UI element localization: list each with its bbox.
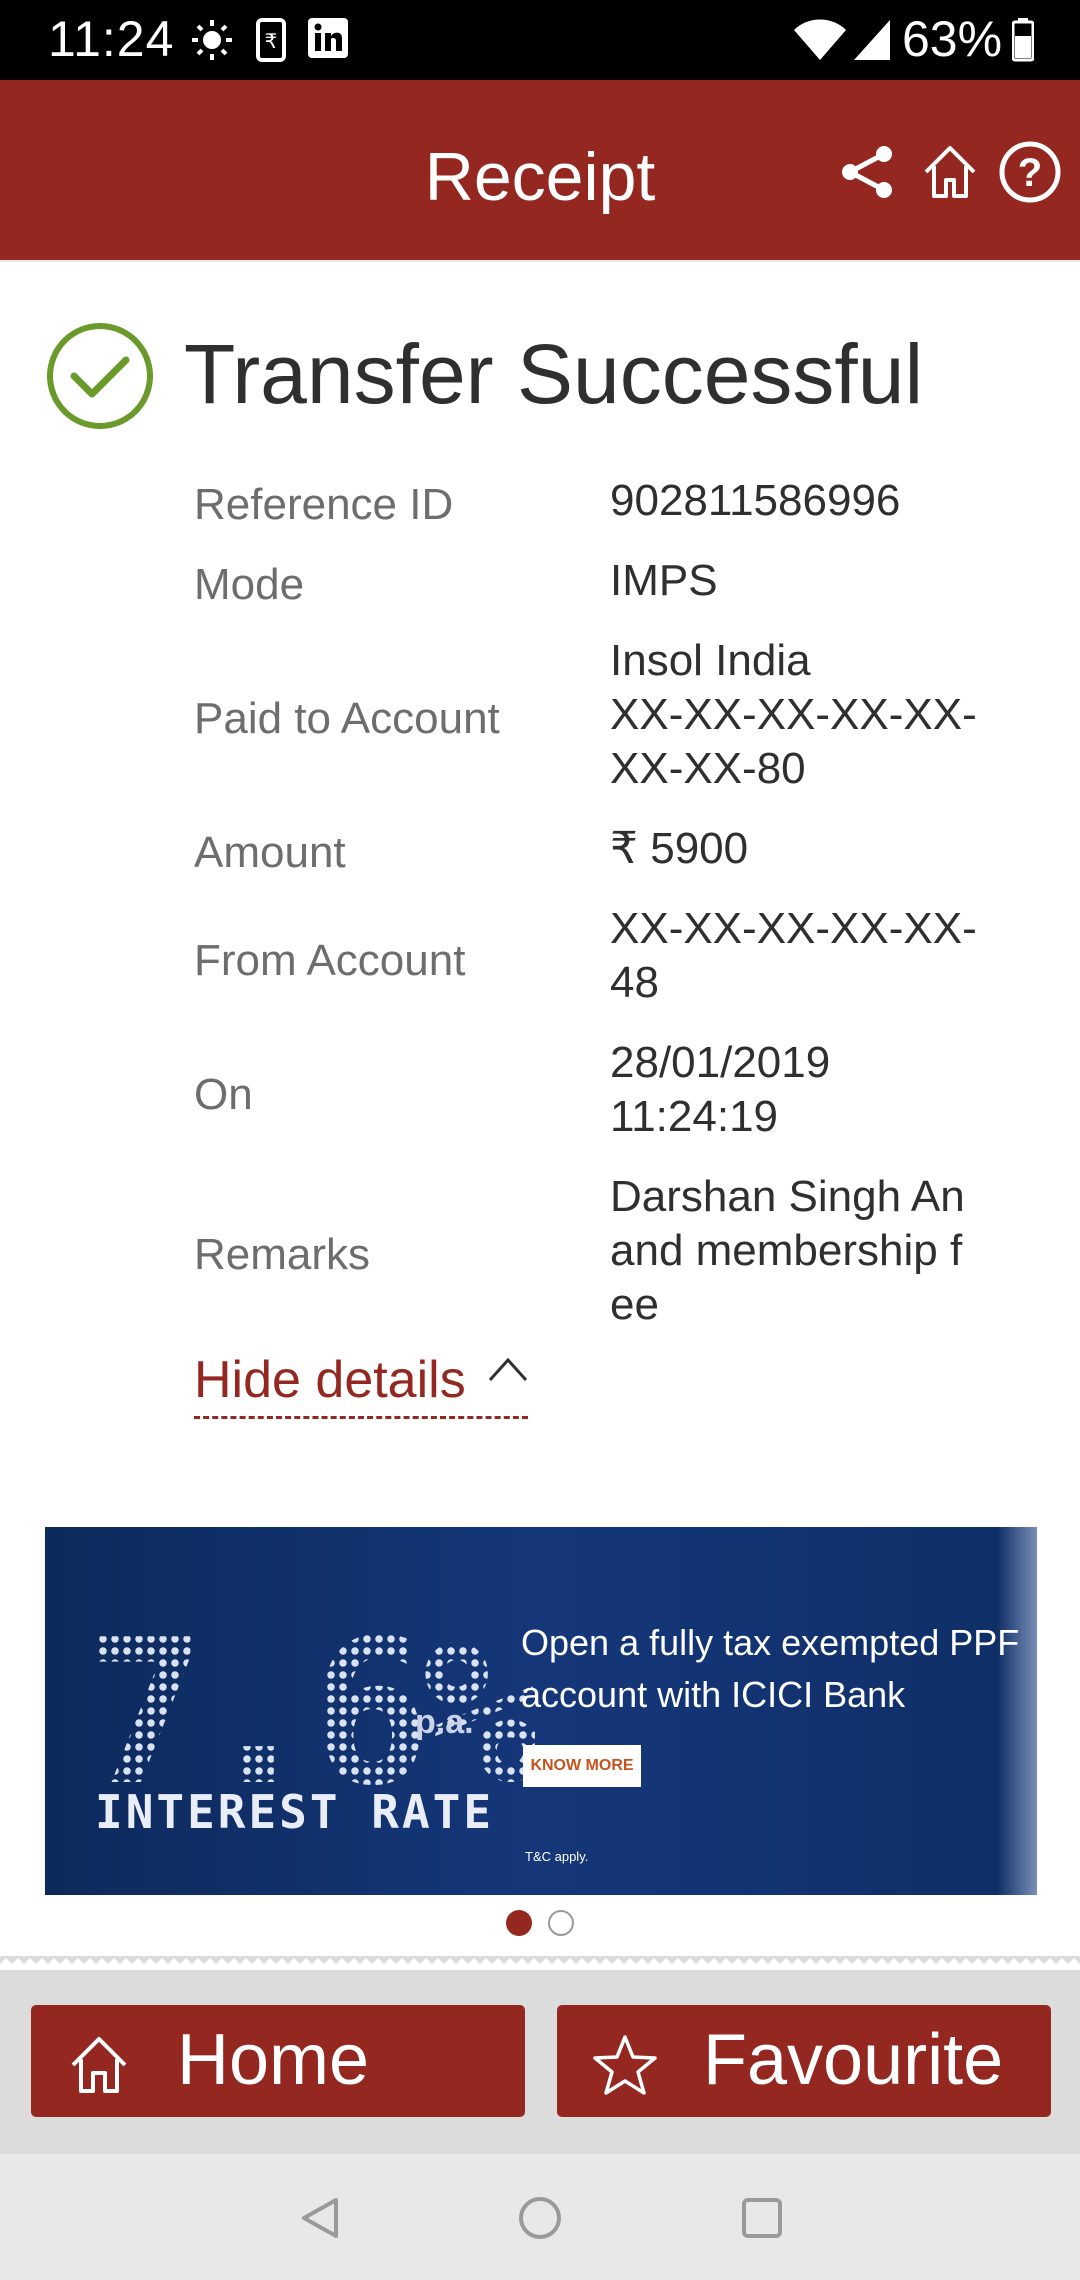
wifi-icon — [794, 19, 846, 60]
home-button[interactable]: Home — [31, 2005, 525, 2117]
chevron-up-icon[interactable] — [486, 1354, 530, 1384]
banner-rate-suffix: p.a. — [415, 1703, 474, 1741]
system-nav-bar — [0, 2154, 1080, 2280]
share-icon[interactable] — [836, 140, 900, 204]
reference-id-label: Reference ID — [194, 480, 454, 529]
receipt-panel: Transfer Successful Reference ID 9028115… — [0, 262, 1080, 1962]
home-outline-icon — [71, 2037, 127, 2093]
help-icon[interactable]: ? — [998, 140, 1062, 204]
favourite-button[interactable]: Favourite — [557, 2005, 1051, 2117]
carousel-dot-1[interactable] — [506, 1910, 532, 1936]
app-header: Receipt ? — [0, 80, 1080, 260]
battery-percent: 63% — [902, 11, 1003, 67]
from-account-label: From Account — [194, 936, 466, 985]
banner-text: Open a fully tax exempted PPF account wi… — [521, 1622, 1020, 1715]
banner-rate-caption: INTEREST RATE — [95, 1785, 495, 1839]
remarks-value: Darshan Singh An and membership f ee — [610, 1172, 965, 1329]
transfer-status-title: Transfer Successful — [184, 327, 924, 421]
favourite-button-label: Favourite — [703, 2020, 1004, 2100]
signal-icon — [854, 20, 890, 60]
from-account-value: XX-XX-XX-XX-XX- 48 — [610, 904, 977, 1007]
zigzag-divider-bottom — [0, 1956, 1080, 1970]
date-value: 28/01/2019 11:24:19 — [610, 1038, 831, 1141]
back-icon[interactable] — [296, 2194, 344, 2242]
bottom-action-bar: Home Favourite — [0, 1970, 1080, 2154]
promo-banner[interactable]: 7.6% p.a. INTEREST RATE Open a fully tax… — [45, 1527, 1037, 1895]
check-circle-icon — [47, 323, 153, 429]
status-time: 11:24 — [48, 11, 175, 67]
battery-icon — [1012, 18, 1034, 62]
hide-details-link[interactable]: Hide details — [194, 1350, 528, 1419]
payment-app-icon: ₹ — [256, 18, 286, 62]
recents-icon[interactable] — [740, 2196, 784, 2240]
star-icon — [593, 2035, 657, 2095]
banner-fine-print: T&C apply. — [525, 1849, 589, 1864]
carousel-dot-2[interactable] — [548, 1910, 574, 1936]
amount-value: ₹ 5900 — [610, 824, 749, 873]
paid-to-account-label: Paid to Account — [194, 694, 500, 743]
amount-label: Amount — [194, 828, 346, 877]
home-nav-icon[interactable] — [516, 2194, 564, 2242]
paid-to-account-value: Insol India XX-XX-XX-XX-XX- XX-XX-80 — [610, 636, 977, 793]
know-more-button[interactable]: KNOW MORE — [523, 1745, 641, 1787]
home-icon[interactable] — [918, 140, 982, 204]
mode-label: Mode — [194, 560, 305, 609]
reference-id-value: 902811586996 — [610, 476, 901, 525]
date-label: On — [194, 1070, 253, 1119]
svg-text:?: ? — [1018, 151, 1042, 195]
linkedin-icon — [308, 18, 348, 58]
remarks-label: Remarks — [194, 1230, 371, 1279]
status-bar: 11:24 ₹ 63% — [0, 0, 1080, 80]
home-button-label: Home — [177, 2020, 370, 2100]
svg-text:₹: ₹ — [265, 29, 278, 53]
brightness-icon — [192, 20, 232, 60]
mode-value: IMPS — [610, 556, 718, 605]
